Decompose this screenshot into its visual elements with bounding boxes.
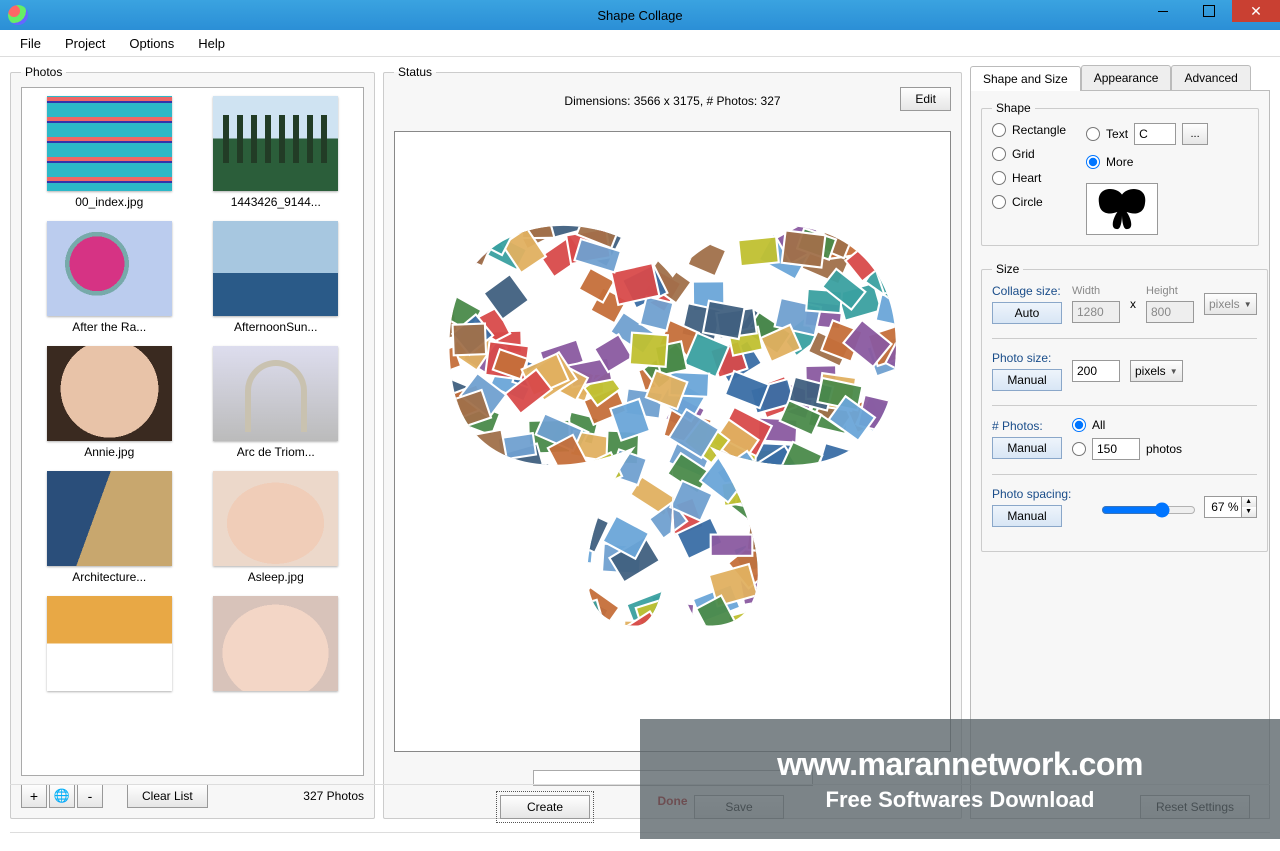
thumb-image (213, 596, 338, 691)
thumb-0[interactable]: 00_index.jpg (30, 96, 189, 209)
photo-size-unit-select[interactable]: pixels (1130, 360, 1183, 382)
thumb-label: Annie.jpg (84, 445, 134, 459)
spin-down-icon[interactable]: ▼ (1242, 507, 1256, 517)
create-button[interactable]: Create (500, 795, 590, 819)
spacing-label: Photo spacing: (992, 487, 1071, 501)
radio-circle[interactable]: Circle (992, 195, 1066, 209)
watermark-url: www.marannetwork.com (777, 746, 1143, 783)
collage-preview (394, 131, 951, 752)
collage-size-mode[interactable]: Auto (992, 302, 1062, 324)
menu-help[interactable]: Help (188, 32, 235, 55)
photos-unit-label: photos (1146, 442, 1182, 456)
thumb-4[interactable]: Annie.jpg (30, 346, 189, 459)
tab-shape-size[interactable]: Shape and Size (970, 66, 1081, 91)
collage-unit-select[interactable]: pixels (1204, 293, 1257, 315)
thumb-image (213, 346, 338, 441)
close-button[interactable]: ✕ (1232, 0, 1280, 22)
radio-rectangle[interactable]: Rectangle (992, 123, 1066, 137)
spacing-value[interactable] (1205, 497, 1241, 517)
num-photos-mode[interactable]: Manual (992, 437, 1062, 459)
thumb-image (213, 96, 338, 191)
thumb-6[interactable]: Architecture... (30, 471, 189, 584)
photos-list[interactable]: 00_index.jpg 1443426_9144... After the Ra.… (21, 87, 364, 776)
radio-text-label: Text (1106, 127, 1128, 141)
shape-text-input[interactable] (1134, 123, 1176, 145)
thumb-3[interactable]: AfternoonSun... (197, 221, 356, 334)
menu-file[interactable]: File (10, 32, 51, 55)
photos-legend: Photos (21, 65, 66, 79)
shape-legend: Shape (992, 101, 1035, 115)
photos-panel: Photos 00_index.jpg 1443426_9144... After … (10, 65, 375, 819)
radio-all-photos[interactable]: All (1072, 418, 1182, 432)
thumb-image (47, 346, 172, 441)
watermark-overlay: www.marannetwork.com Free Softwares Down… (640, 719, 1280, 839)
num-photos-label: # Photos: (992, 419, 1062, 433)
photo-size-label: Photo size: (992, 351, 1062, 365)
thumb-label: Asleep.jpg (248, 570, 304, 584)
radio-more[interactable]: More (1086, 155, 1208, 169)
thumb-image (213, 471, 338, 566)
thumb-label: After the Ra... (72, 320, 146, 334)
window-controls: ✕ (1140, 0, 1280, 30)
spin-up-icon[interactable]: ▲ (1242, 497, 1256, 507)
thumb-label: 00_index.jpg (75, 195, 143, 209)
status-panel: Status Dimensions: 3566 x 3175, # Photos… (383, 65, 962, 819)
photo-size-input[interactable] (1072, 360, 1120, 382)
maximize-button[interactable] (1186, 0, 1232, 22)
tab-advanced[interactable]: Advanced (1171, 65, 1250, 90)
shape-preview-thumb[interactable] (1086, 183, 1158, 235)
window-title: Shape Collage (597, 8, 682, 23)
thumb-label: Architecture... (72, 570, 146, 584)
size-legend: Size (992, 262, 1023, 276)
photo-size-mode[interactable]: Manual (992, 369, 1062, 391)
spacing-mode[interactable]: Manual (992, 505, 1062, 527)
thumb-9[interactable] (197, 596, 356, 695)
menubar: File Project Options Help (0, 30, 1280, 57)
thumb-image (47, 596, 172, 691)
titlebar: Shape Collage ✕ (0, 0, 1280, 30)
collage-height-input[interactable] (1146, 301, 1194, 323)
edit-button[interactable]: Edit (900, 87, 951, 111)
dimensions-label: Dimensions: 3566 x 3175, # Photos: 327 (564, 94, 780, 108)
watermark-subtitle: Free Softwares Download (826, 787, 1095, 813)
shape-text-browse[interactable]: ... (1182, 123, 1208, 145)
collage-size-label: Collage size: (992, 284, 1062, 298)
radio-n-photos[interactable] (1072, 442, 1086, 456)
minimize-button[interactable] (1140, 0, 1186, 22)
width-label: Width (1072, 285, 1120, 297)
menu-options[interactable]: Options (119, 32, 184, 55)
height-label: Height (1146, 285, 1194, 297)
settings-panel: Shape and Size Appearance Advanced Shape… (970, 65, 1270, 819)
status-legend: Status (394, 65, 436, 79)
radio-grid[interactable]: Grid (992, 147, 1066, 161)
thumb-5[interactable]: Arc de Triom... (197, 346, 356, 459)
collage-width-input[interactable] (1072, 301, 1120, 323)
x-separator: x (1130, 297, 1136, 311)
radio-text[interactable] (1086, 127, 1100, 141)
radio-heart[interactable]: Heart (992, 171, 1066, 185)
thumb-image (47, 221, 172, 316)
thumb-label: AfternoonSun... (234, 320, 317, 334)
thumb-image (47, 471, 172, 566)
thumb-image (47, 96, 172, 191)
menu-project[interactable]: Project (55, 32, 115, 55)
thumb-label: 1443426_9144... (231, 195, 321, 209)
thumb-7[interactable]: Asleep.jpg (197, 471, 356, 584)
num-photos-input[interactable] (1092, 438, 1140, 460)
thumb-8[interactable] (30, 596, 189, 695)
spacing-spinner[interactable]: ▲▼ (1204, 496, 1257, 518)
thumb-label: Arc de Triom... (237, 445, 315, 459)
app-icon (8, 5, 28, 25)
spacing-slider[interactable] (1101, 502, 1196, 518)
thumb-2[interactable]: After the Ra... (30, 221, 189, 334)
tab-appearance[interactable]: Appearance (1081, 65, 1172, 90)
thumb-1[interactable]: 1443426_9144... (197, 96, 356, 209)
thumb-image (213, 221, 338, 316)
